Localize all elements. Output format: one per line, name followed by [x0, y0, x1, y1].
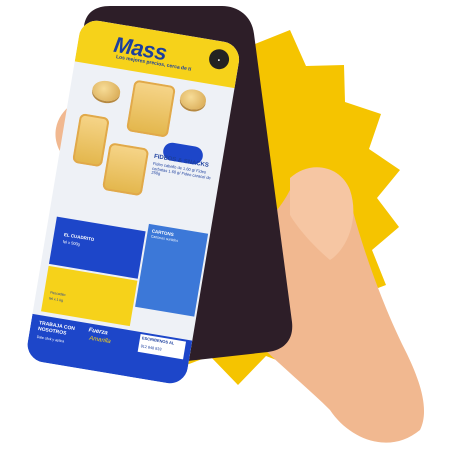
cta-row: TRABAJA CON NOSOTROS Dale click y aplica… [24, 313, 193, 386]
cta-fuerza-subtitle: Amarilla [88, 335, 112, 346]
hero-illustration: Mass Los mejores precios, cerca de ti ● … [0, 0, 455, 469]
cta-whatsapp-card[interactable]: ESCRIBENOS AL 912 848 833 [137, 334, 187, 360]
pasta-bag-image [125, 79, 176, 138]
offer-card-right[interactable]: CARTONS Cartones surtidos [135, 223, 209, 317]
offer-subtitle: fel x 1 kg [48, 296, 64, 303]
pasta-bag-image [101, 142, 150, 197]
badge-seal-icon: ● [207, 47, 231, 71]
offer-subtitle: fel x 500g [62, 238, 81, 247]
pasta-bowl-image [90, 78, 122, 104]
pasta-bag-image [72, 113, 110, 168]
cta-contact-phone: 912 848 833 [140, 344, 162, 352]
app-header: Mass Los mejores precios, cerca de ti ● [74, 18, 242, 89]
phone-screen: Mass Los mejores precios, cerca de ti ● … [24, 18, 242, 386]
offer-subtitle: Cartones surtidos [150, 234, 179, 243]
pasta-bowl-image [178, 87, 208, 112]
